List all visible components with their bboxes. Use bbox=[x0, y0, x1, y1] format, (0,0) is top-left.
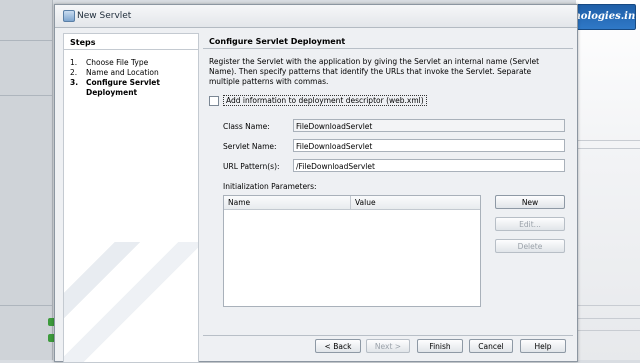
class-name-label: Class Name: bbox=[223, 122, 270, 131]
netbeans-app-icon bbox=[63, 10, 75, 22]
edit-param-button[interactable]: Edit... bbox=[495, 217, 565, 231]
content-panel: Configure Servlet Deployment Register th… bbox=[203, 33, 573, 333]
ide-left-panel bbox=[0, 0, 56, 360]
help-button[interactable]: Help bbox=[520, 339, 566, 353]
cancel-button[interactable]: Cancel bbox=[469, 339, 513, 353]
steps-panel: Steps 1. Choose File Type 2. Name and Lo… bbox=[63, 33, 199, 363]
new-param-button[interactable]: New bbox=[495, 195, 565, 209]
steps-background-art bbox=[64, 242, 198, 362]
servlet-name-label: Servlet Name: bbox=[223, 142, 277, 151]
divider bbox=[203, 335, 573, 336]
column-header-name[interactable]: Name bbox=[228, 198, 250, 207]
ide-editor-area bbox=[576, 0, 640, 360]
finish-button[interactable]: Finish bbox=[417, 339, 463, 353]
step-number: 3. bbox=[70, 78, 79, 87]
init-params-table[interactable]: Name Value bbox=[223, 195, 481, 307]
servlet-name-field[interactable]: FileDownloadServlet bbox=[293, 139, 565, 152]
delete-param-button[interactable]: Delete bbox=[495, 239, 565, 253]
next-button[interactable]: Next > bbox=[366, 339, 410, 353]
web-xml-checkbox[interactable] bbox=[209, 95, 219, 106]
step-label: Choose File Type bbox=[86, 58, 149, 67]
steps-header: Steps bbox=[70, 38, 96, 47]
table-header: Name Value bbox=[224, 196, 480, 210]
back-button[interactable]: < Back bbox=[315, 339, 361, 353]
web-xml-checkbox-row[interactable]: Add information to deployment descriptor… bbox=[209, 95, 427, 106]
description-text: Register the Servlet with the applicatio… bbox=[209, 57, 540, 86]
dialog-titlebar[interactable]: New Servlet bbox=[55, 5, 577, 28]
url-pattern-field[interactable]: /FileDownloadServlet bbox=[293, 159, 565, 172]
class-name-field: FileDownloadServlet bbox=[293, 119, 565, 132]
step-number: 1. bbox=[70, 58, 78, 67]
url-pattern-label: URL Pattern(s): bbox=[223, 162, 280, 171]
step-number: 2. bbox=[70, 68, 78, 77]
step-label: Name and Location bbox=[86, 68, 159, 77]
column-divider[interactable] bbox=[350, 196, 351, 209]
divider bbox=[64, 49, 198, 50]
dialog-title: New Servlet bbox=[77, 11, 132, 21]
new-servlet-dialog: New Servlet Steps 1. Choose File Type 2.… bbox=[54, 4, 578, 363]
page-title: Configure Servlet Deployment bbox=[209, 37, 346, 46]
web-xml-checkbox-label[interactable]: Add information to deployment descriptor… bbox=[223, 95, 427, 106]
column-header-value[interactable]: Value bbox=[355, 198, 376, 207]
divider bbox=[203, 48, 573, 49]
init-params-label: Initialization Parameters: bbox=[223, 182, 317, 191]
step-label: Configure Servlet Deployment bbox=[86, 78, 160, 97]
